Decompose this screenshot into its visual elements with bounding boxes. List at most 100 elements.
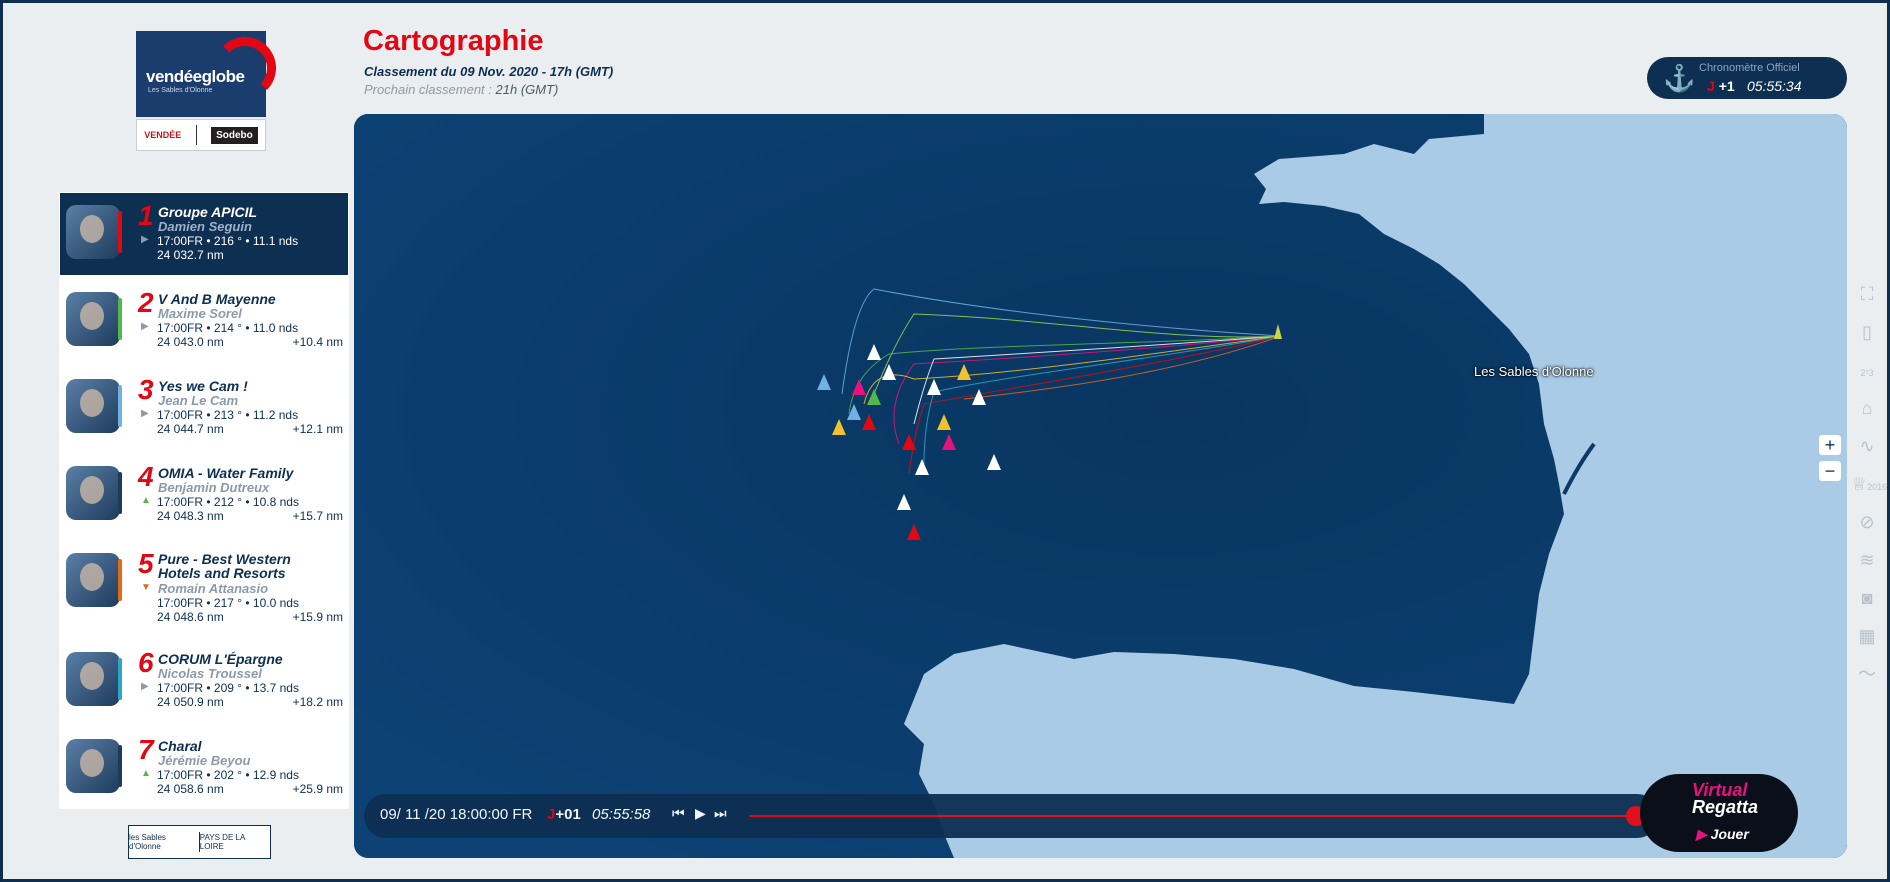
boat-stats: 17:00FR • 213 ° • 11.2 nds <box>157 408 299 422</box>
race-map[interactable]: Les Sables d'Olonne <box>354 114 1847 858</box>
wind-icon[interactable]: ≋ <box>1851 541 1883 579</box>
ranking-card[interactable]: 5 Pure - Best Western Hotels and Resorts… <box>60 541 348 624</box>
timeline-day-value: +01 <box>555 806 581 823</box>
next-ranking: Prochain classement : 21h (GMT) <box>364 82 558 97</box>
trend-up-icon: ▲ <box>141 495 151 506</box>
map-canvas <box>354 114 1847 858</box>
zoom-out-button[interactable]: − <box>1819 461 1841 481</box>
rank-number: 4 <box>138 461 154 492</box>
app-frame: vendéeglobe Les Sables d'Olonne VENDÉE S… <box>0 0 1890 882</box>
ranking-card[interactable]: 6 CORUM L'Épargne Nicolas Troussel ▶ 17:… <box>60 640 348 722</box>
compass-icon[interactable]: ⊘ <box>1851 503 1883 541</box>
tag-icon[interactable]: ⌂ <box>1851 389 1883 427</box>
boat-color-bar <box>118 385 122 427</box>
skipper-name: Maxime Sorel <box>158 306 242 321</box>
trend-flat-icon: ▶ <box>141 234 149 245</box>
boat-name: V And B Mayenne <box>158 291 276 307</box>
skipper-avatar <box>66 205 122 259</box>
page-title: Cartographie <box>363 25 544 57</box>
gap-to-leader: +10.4 nm <box>292 335 343 349</box>
skipper-avatar <box>66 379 122 433</box>
logo-brand: vendéeglobe <box>146 67 245 86</box>
ranking-icon[interactable]: 2¹3 <box>1851 351 1883 389</box>
skipper-name: Jérémie Beyou <box>158 753 251 768</box>
sables-olonne-logo[interactable]: les Sables d'Olonne PAYS DE LA LOIRE <box>128 825 271 859</box>
timeline-day: J+01 <box>547 806 581 823</box>
boat-stats: 17:00FR • 202 ° • 12.9 nds <box>157 768 299 782</box>
distance-to-finish: 24 032.7 nm <box>157 248 224 262</box>
avatar-face <box>80 476 104 504</box>
skipper-avatar <box>66 466 122 520</box>
rank-number: 6 <box>138 647 154 678</box>
boat-color-bar <box>118 211 122 253</box>
ranking-card[interactable]: 4 OMIA - Water Family Benjamin Dutreux ▲… <box>60 454 348 536</box>
camera-icon[interactable]: ◙ <box>1851 579 1883 617</box>
map-layer-icon[interactable]: ▯ <box>1851 313 1883 351</box>
distance-to-finish: 24 048.3 nm <box>157 509 224 523</box>
boat-name: Pure - Best Western Hotels and Resorts <box>158 551 291 581</box>
sponsor-divider <box>195 125 197 145</box>
gap-to-leader: +25.9 nm <box>292 782 343 796</box>
anchor-icon: ⚓ <box>1663 63 1696 93</box>
pays-loire-logo-text: PAYS DE LA LOIRE <box>199 833 245 851</box>
play-label: Jouer <box>1710 826 1749 842</box>
boat-stats: 17:00FR • 214 ° • 11.0 nds <box>157 321 299 335</box>
forward-icon[interactable]: ⏭ <box>714 805 727 822</box>
rewind-icon[interactable]: ⏮ <box>672 805 685 822</box>
rank-number: 3 <box>138 374 154 405</box>
timeline-date: 09/ 11 /20 18:00:00 FR <box>380 806 533 823</box>
trend-down-icon: ▼ <box>141 582 151 593</box>
boat-stats: 17:00FR • 212 ° • 10.8 nds <box>157 495 299 509</box>
avatar-face <box>80 563 104 591</box>
trophy-2016-icon[interactable]: ♕2016 <box>1851 465 1887 503</box>
boat-name: Yes we Cam ! <box>158 378 248 394</box>
play-triangle-icon: ▶ <box>1696 826 1707 842</box>
city-label: Les Sables d'Olonne <box>1474 364 1594 379</box>
grid-icon[interactable]: ▦ <box>1851 617 1883 655</box>
rank-number: 2 <box>138 287 154 318</box>
sponsor-sodebo: Sodebo <box>211 126 258 144</box>
fullscreen-icon[interactable]: ⛶ <box>1851 275 1883 313</box>
play-game: ▶ Jouer <box>1696 826 1749 843</box>
boat-stats: 17:00FR • 216 ° • 11.1 nds <box>157 234 299 248</box>
timeline-track[interactable] <box>749 815 1629 817</box>
trend-up-icon: ▲ <box>141 768 151 779</box>
play-icon[interactable]: ▶ <box>695 805 706 822</box>
rank-number: 7 <box>138 734 154 765</box>
skipper-name: Damien Seguin <box>158 219 252 234</box>
boat-color-bar <box>118 559 122 601</box>
distance-to-finish: 24 048.6 nm <box>157 610 224 624</box>
timeline-player: 09/ 11 /20 18:00:00 FR J+01 05:55:58 ⏮ ▶… <box>364 794 1659 838</box>
gap-to-leader: +15.9 nm <box>292 610 343 624</box>
trend-flat-icon: ▶ <box>141 321 149 332</box>
zoom-in-button[interactable]: + <box>1819 435 1841 455</box>
wave-icon[interactable]: 〜 <box>1851 655 1883 693</box>
ranking-card[interactable]: 1 Groupe APICIL Damien Seguin ▶ 17:00FR … <box>60 193 348 275</box>
sables-logo-text: les Sables d'Olonne <box>129 833 166 851</box>
boat-color-bar <box>118 472 122 514</box>
chrono-time: 05:55:34 <box>1747 78 1802 94</box>
ranking-card[interactable]: 7 Charal Jérémie Beyou ▲ 17:00FR • 202 °… <box>60 727 348 809</box>
ranking-card[interactable]: 2 V And B Mayenne Maxime Sorel ▶ 17:00FR… <box>60 280 348 362</box>
boat-name: Charal <box>158 738 202 754</box>
trend-flat-icon: ▶ <box>141 681 149 692</box>
boat-stats: 17:00FR • 209 ° • 13.7 nds <box>157 681 299 695</box>
skipper-avatar <box>66 652 122 706</box>
timeline-time: 05:55:58 <box>592 806 651 823</box>
distance-to-finish: 24 044.7 nm <box>157 422 224 436</box>
distance-to-finish: 24 043.0 nm <box>157 335 224 349</box>
trend-flat-icon: ▶ <box>141 408 149 419</box>
avatar-face <box>80 215 104 243</box>
skipper-name: Romain Attanasio <box>158 581 269 596</box>
vendee-globe-logo[interactable]: vendéeglobe Les Sables d'Olonne <box>136 31 276 117</box>
boat-name: OMIA - Water Family <box>158 465 294 481</box>
virtual-regatta-button[interactable]: Virtual Regatta ▶ Jouer <box>1640 774 1798 852</box>
distance-to-finish: 24 050.9 nm <box>157 695 224 709</box>
boat-color-bar <box>118 298 122 340</box>
sponsor-vendee: VENDÉE <box>144 130 182 140</box>
rank-number: 1 <box>138 200 154 231</box>
ranking-card[interactable]: 3 Yes we Cam ! Jean Le Cam ▶ 17:00FR • 2… <box>60 367 348 449</box>
route-icon[interactable]: ∿ <box>1851 427 1883 465</box>
next-ranking-label: Prochain classement : <box>364 82 492 97</box>
trophy-year: 2016 <box>1867 482 1888 492</box>
